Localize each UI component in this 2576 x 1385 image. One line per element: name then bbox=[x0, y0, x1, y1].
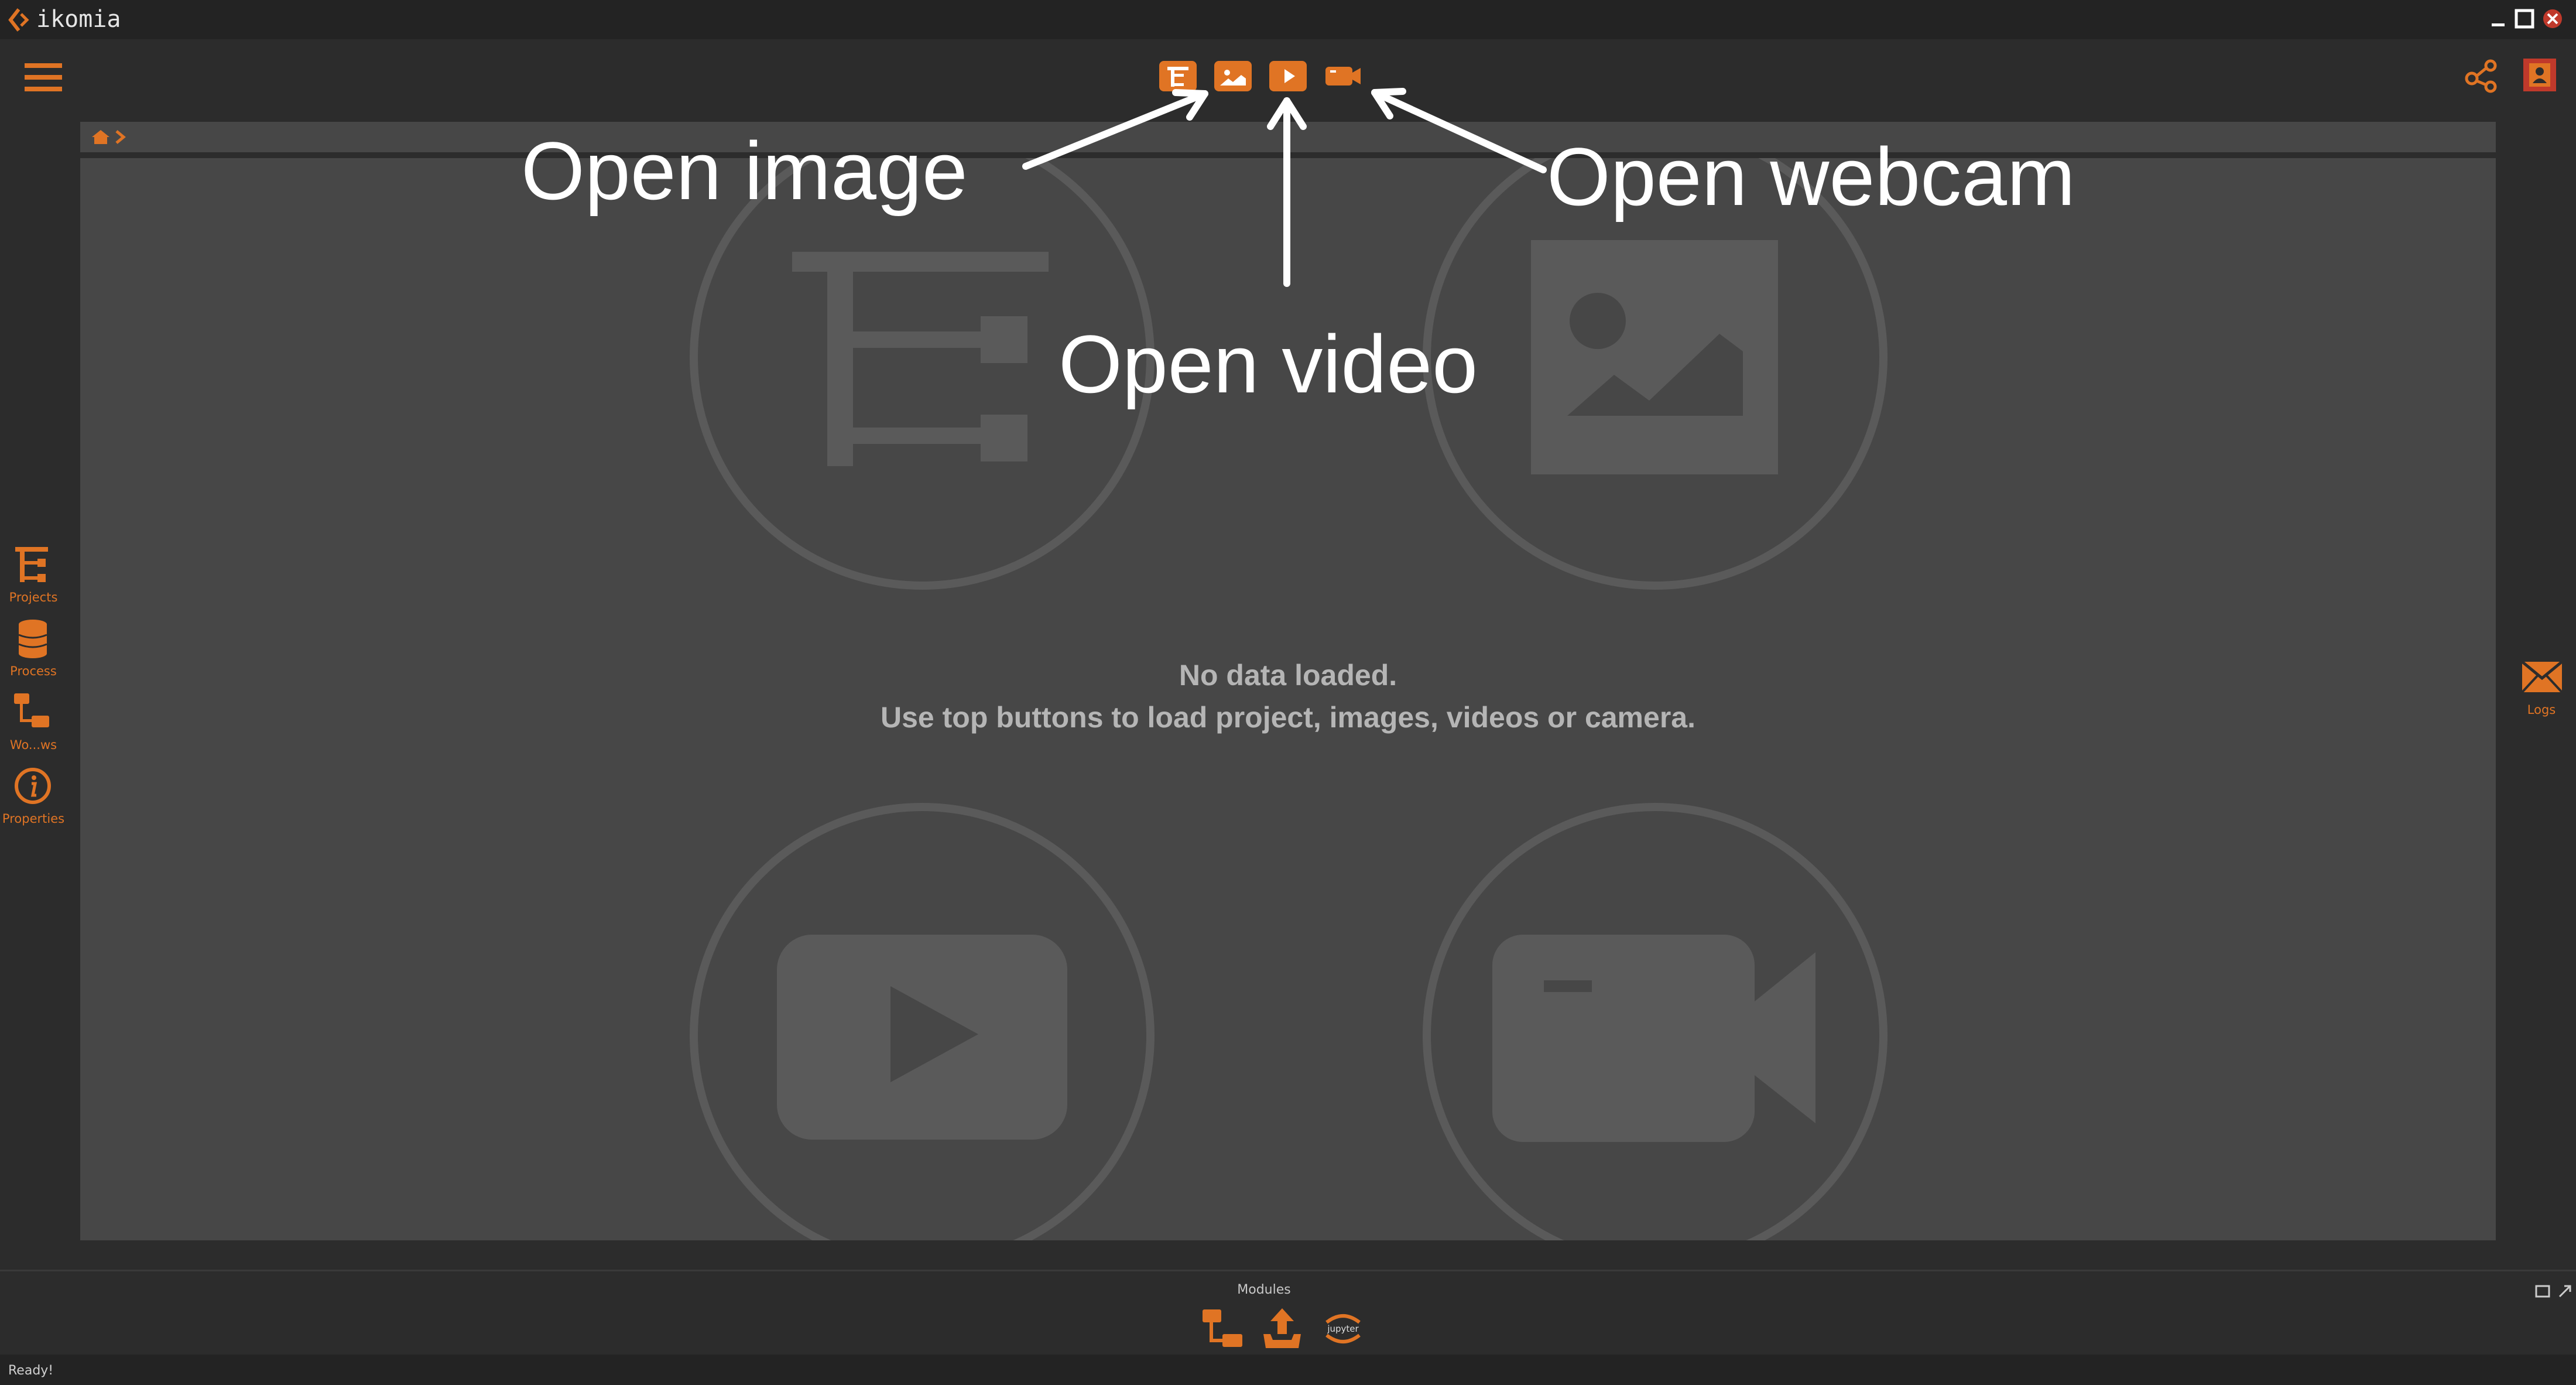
arrow-open-image bbox=[1022, 90, 1208, 170]
sidebar-item-label: Projects bbox=[9, 590, 58, 604]
info-icon bbox=[15, 768, 51, 804]
expand-icon[interactable] bbox=[2556, 1283, 2574, 1300]
annotation-open-webcam: Open webcam bbox=[1547, 131, 2075, 223]
workflow-module-icon[interactable] bbox=[1199, 1305, 1246, 1352]
status-bar bbox=[0, 1355, 2576, 1385]
workflow-icon bbox=[14, 693, 49, 727]
sidebar-item-projects[interactable]: Projects bbox=[0, 543, 67, 617]
jupyter-text: jupyter bbox=[1327, 1324, 1359, 1334]
logs-button[interactable]: Logs bbox=[2515, 655, 2568, 719]
sidebar-item-workflows[interactable]: Wo...ws bbox=[0, 691, 67, 765]
database-icon bbox=[18, 620, 47, 658]
project-tree-icon bbox=[15, 547, 48, 582]
annotation-arrows bbox=[1022, 88, 1547, 287]
status-text: Ready! bbox=[8, 1363, 54, 1378]
annotation-open-video: Open video bbox=[1059, 318, 1478, 410]
modules-label: Modules bbox=[1237, 1283, 1291, 1297]
envelope-icon bbox=[2521, 661, 2563, 693]
sidebar-item-properties[interactable]: Properties bbox=[0, 765, 67, 839]
sidebar-item-label: Wo...ws bbox=[9, 738, 57, 752]
annotation-open-image: Open image bbox=[521, 125, 968, 217]
sidebar-item-label: Process bbox=[10, 664, 57, 678]
logs-label: Logs bbox=[2527, 703, 2556, 717]
divider bbox=[0, 1270, 2576, 1271]
jupyter-icon[interactable]: jupyter bbox=[1320, 1305, 1366, 1352]
sidebar-item-process[interactable]: Process bbox=[0, 617, 67, 691]
sidebar-item-label: Properties bbox=[2, 812, 65, 826]
float-icon[interactable] bbox=[2534, 1283, 2551, 1300]
plugin-upload-icon[interactable] bbox=[1259, 1305, 1306, 1352]
arrow-open-webcam bbox=[1371, 89, 1547, 173]
